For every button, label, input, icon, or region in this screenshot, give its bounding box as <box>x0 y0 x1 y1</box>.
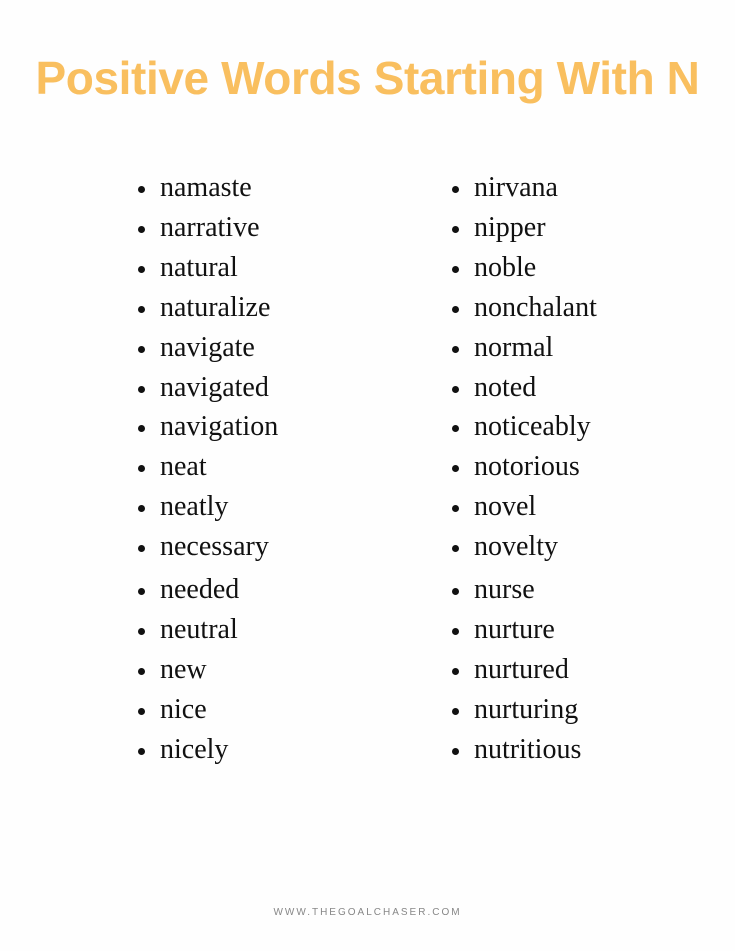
word-label: novel <box>474 491 537 523</box>
word-label: nicely <box>160 733 229 765</box>
word-label: nurture <box>474 613 555 645</box>
word-label: natural <box>160 251 238 283</box>
word-label: nurtured <box>474 653 569 685</box>
list-item: novel <box>452 487 735 527</box>
list-item: neat <box>138 447 368 487</box>
word-columns: namaste narrative natural naturalize nav… <box>0 168 735 770</box>
list-item: nurturing <box>452 690 735 730</box>
list-item: nicely <box>138 730 368 770</box>
word-label: noticeably <box>474 411 591 443</box>
word-list-left: namaste narrative natural naturalize nav… <box>138 168 368 770</box>
list-item: normal <box>452 328 735 368</box>
word-label: needed <box>160 574 240 606</box>
list-item: navigation <box>138 407 368 447</box>
list-item: neutral <box>138 610 368 650</box>
word-label: new <box>160 653 207 685</box>
list-item: nipper <box>452 208 735 248</box>
list-item: noticeably <box>452 407 735 447</box>
list-item: nurse <box>452 570 735 610</box>
page-title: Positive Words Starting With N <box>35 52 700 104</box>
word-label: neutral <box>160 613 238 645</box>
title-block: Positive Words Starting With N <box>0 50 735 106</box>
list-item: new <box>138 650 368 690</box>
list-item: notorious <box>452 447 735 487</box>
list-item: necessary <box>138 527 368 567</box>
list-item: narrative <box>138 208 368 248</box>
word-label: normal <box>474 331 554 363</box>
list-item: navigated <box>138 368 368 408</box>
word-label: navigated <box>160 371 269 403</box>
word-label: noble <box>474 251 537 283</box>
word-label: noted <box>474 371 537 403</box>
list-item: nurture <box>452 610 735 650</box>
word-label: nice <box>160 693 207 725</box>
word-label: nirvana <box>474 172 558 203</box>
list-item: natural <box>138 248 368 288</box>
list-item: nice <box>138 690 368 730</box>
word-column-left: namaste narrative natural naturalize nav… <box>0 168 368 770</box>
word-label: nurse <box>474 574 535 606</box>
word-label: namaste <box>160 172 252 203</box>
list-item: nurtured <box>452 650 735 690</box>
word-label: neatly <box>160 491 229 523</box>
word-label: nutritious <box>474 733 582 765</box>
word-label: navigation <box>160 411 279 443</box>
word-list-right: nirvana nipper noble nonchalant normal n… <box>452 168 735 770</box>
word-label: naturalize <box>160 291 271 323</box>
list-item: noted <box>452 368 735 408</box>
word-label: novelty <box>474 531 558 563</box>
list-item: novelty <box>452 527 735 567</box>
list-item: nutritious <box>452 730 735 770</box>
list-item: namaste <box>138 168 368 208</box>
list-item: needed <box>138 570 368 610</box>
word-label: necessary <box>160 531 269 563</box>
word-label: notorious <box>474 451 580 483</box>
word-label: nurturing <box>474 693 579 725</box>
footer-website-url: WWW.THEGOALCHASER.COM <box>273 907 462 918</box>
footer: WWW.THEGOALCHASER.COM <box>0 902 735 920</box>
list-item: naturalize <box>138 288 368 328</box>
word-label: nipper <box>474 211 546 243</box>
printable-word-list-page: Positive Words Starting With N namaste n… <box>0 0 735 951</box>
word-label: navigate <box>160 331 255 363</box>
list-item: nonchalant <box>452 288 735 328</box>
word-label: nonchalant <box>474 291 597 323</box>
word-label: neat <box>160 451 207 483</box>
list-item: navigate <box>138 328 368 368</box>
list-item: nirvana <box>452 168 735 208</box>
word-label: narrative <box>160 211 260 243</box>
list-item: neatly <box>138 487 368 527</box>
list-item: noble <box>452 248 735 288</box>
word-column-right: nirvana nipper noble nonchalant normal n… <box>368 168 735 770</box>
